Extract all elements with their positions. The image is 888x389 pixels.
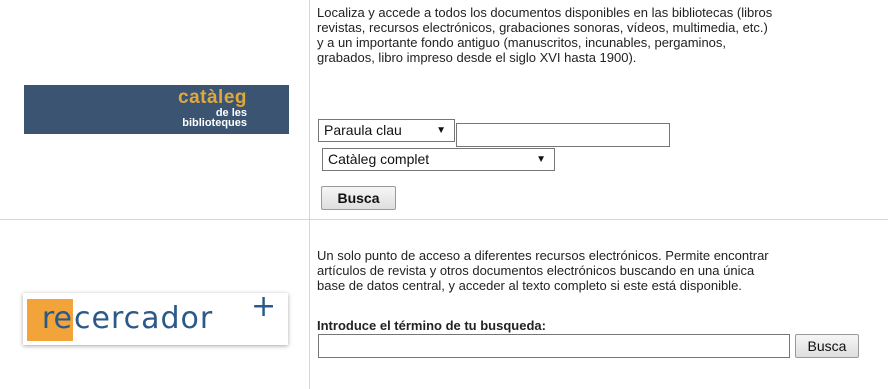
description-line: grabados, libro impreso desde el siglo X… <box>317 50 637 65</box>
cataleg-biblioteques-logo[interactable]: catàleg de les biblioteques <box>24 85 289 134</box>
logo-cercador-text: cercador <box>74 301 214 336</box>
logo-re-block: re <box>27 299 73 341</box>
catalog-scope-value: Catàleg complet <box>328 151 430 167</box>
plus-icon: + <box>251 289 277 324</box>
description-line: y a un importante fondo antiguo (manuscr… <box>317 35 727 50</box>
recercador-description: Un solo punto de acceso a diferentes rec… <box>317 248 887 293</box>
resource-table: catàleg de les biblioteques Localiza y a… <box>0 0 888 389</box>
dropdown-arrow-icon: ▼ <box>436 125 446 136</box>
description-line: artículos de revista y otros documentos … <box>317 263 755 278</box>
description-line: revistas, recursos electrónicos, grabaci… <box>317 20 768 35</box>
row-divider <box>0 219 888 220</box>
search-type-value: Paraula clau <box>324 122 402 138</box>
catalog-search-input[interactable] <box>456 123 670 147</box>
recercador-search-button[interactable]: Busca <box>795 334 859 358</box>
catalog-search-button[interactable]: Busca <box>321 186 396 210</box>
description-line: base de datos central, y acceder al text… <box>317 278 742 293</box>
column-divider <box>309 0 310 389</box>
search-type-select[interactable]: Paraula clau ▼ <box>318 119 455 142</box>
recercador-logo[interactable]: re cercador + <box>23 289 288 345</box>
recercador-search-input[interactable] <box>318 334 790 358</box>
catalog-scope-select[interactable]: Catàleg complet ▼ <box>322 148 555 171</box>
logo-title: catàleg <box>178 87 247 108</box>
catalog-description: Localiza y accede a todos los documentos… <box>317 5 887 65</box>
search-term-label: Introduce el término de tu busqueda: <box>317 318 546 333</box>
logo-subtitle-2: biblioteques <box>182 117 247 129</box>
dropdown-arrow-icon: ▼ <box>536 154 546 165</box>
description-line: Un solo punto de acceso a diferentes rec… <box>317 248 769 263</box>
description-line: Localiza y accede a todos los documentos… <box>317 5 773 20</box>
